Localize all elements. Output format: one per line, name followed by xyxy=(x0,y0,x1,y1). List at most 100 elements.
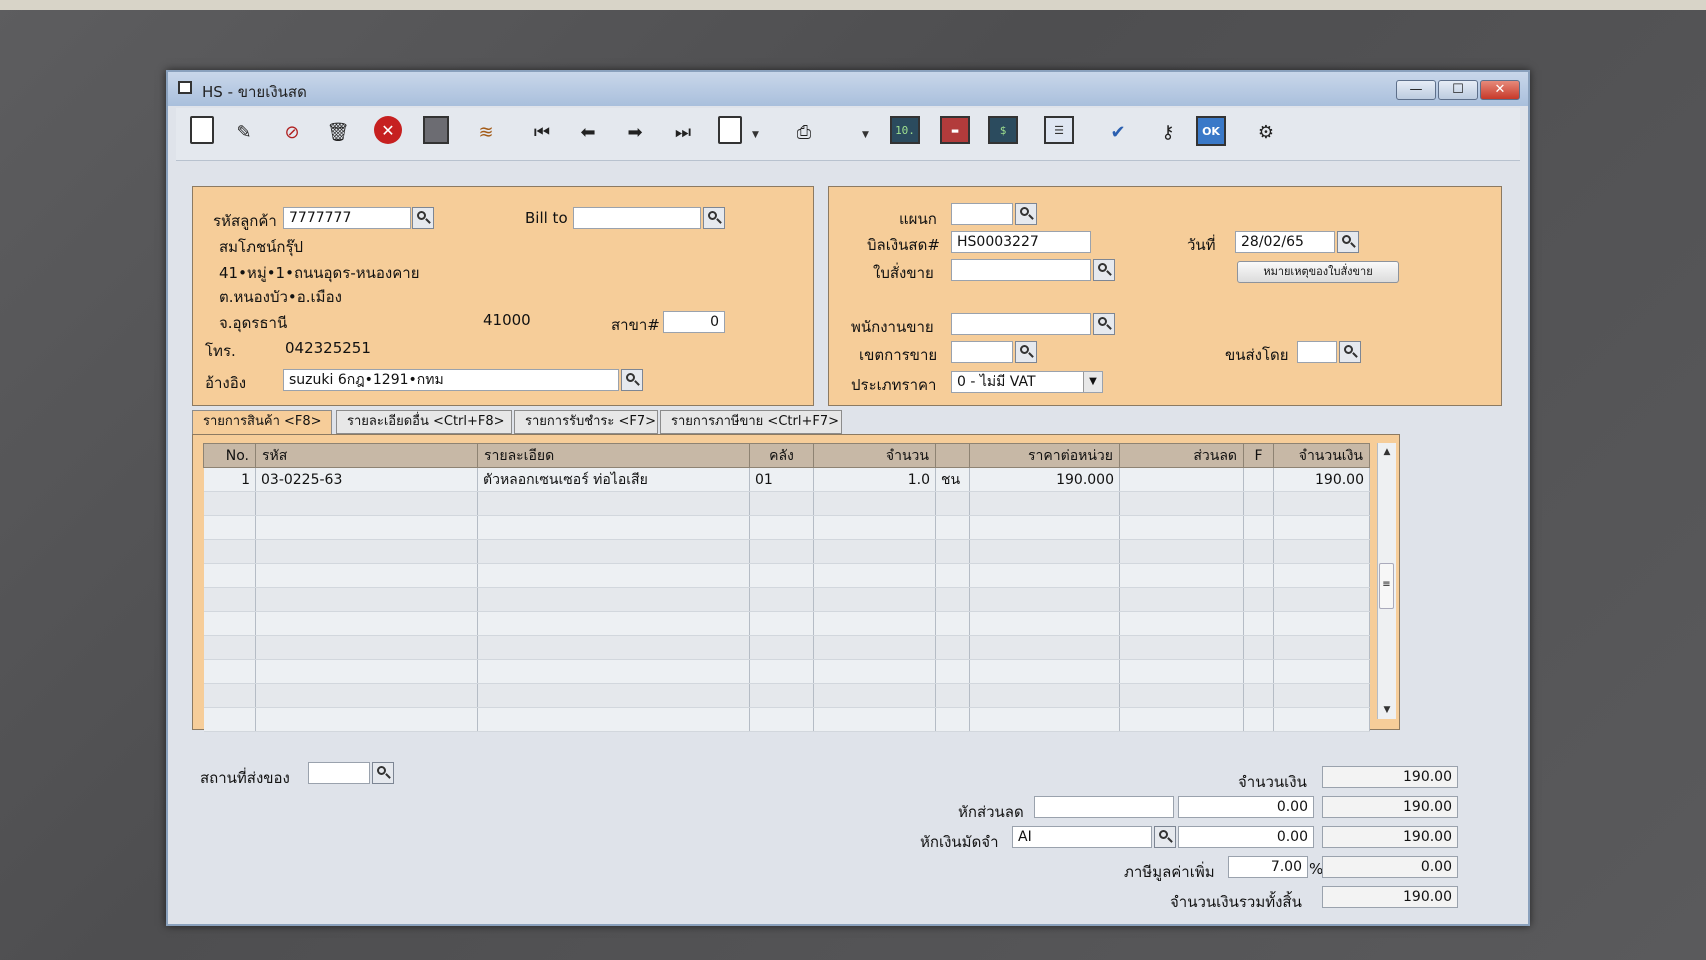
table-row[interactable] xyxy=(203,659,1370,684)
col-unit-price[interactable]: ราคาต่อหน่วย xyxy=(969,443,1120,468)
close-red-icon[interactable]: ✕ xyxy=(374,116,402,144)
table-row[interactable] xyxy=(203,611,1370,636)
branch-input[interactable]: 0 xyxy=(663,311,725,333)
first-icon[interactable]: ⏮ xyxy=(526,116,558,148)
discount-value-input[interactable]: 0.00 xyxy=(1178,796,1314,818)
approve-icon[interactable]: ✔ xyxy=(1102,116,1134,148)
col-quantity[interactable]: จำนวน xyxy=(813,443,936,468)
sales-area-search-icon[interactable] xyxy=(1015,341,1037,363)
cash-bill-input[interactable]: HS0003227 xyxy=(951,231,1091,253)
cancel-doc-icon[interactable]: ⊘ xyxy=(276,116,308,148)
sales-area-input[interactable] xyxy=(951,341,1013,363)
ship-place-input[interactable] xyxy=(308,762,370,784)
cell-amount[interactable]: 190.00 xyxy=(1273,467,1370,492)
ok-icon[interactable]: OK xyxy=(1196,116,1226,146)
table-row[interactable] xyxy=(203,707,1370,732)
calculator-icon[interactable]: 10. xyxy=(890,116,920,144)
maximize-button[interactable]: ☐ xyxy=(1438,80,1478,100)
cell-f[interactable] xyxy=(1243,467,1274,492)
key-icon[interactable]: ⚷ xyxy=(1152,116,1184,148)
print-dropdown-icon[interactable]: ▼ xyxy=(862,130,869,140)
col-unit[interactable] xyxy=(935,443,970,468)
cell-quantity[interactable]: 1.0 xyxy=(813,467,936,492)
dollar-icon[interactable]: $ xyxy=(988,116,1018,144)
table-row[interactable] xyxy=(203,563,1370,588)
ship-by-input[interactable] xyxy=(1297,341,1337,363)
ship-place-search-icon[interactable] xyxy=(372,762,394,784)
cell-description[interactable]: ตัวหลอกเซนเซอร์ ท่อไอเสีย xyxy=(477,467,750,492)
table-row[interactable] xyxy=(203,491,1370,516)
department-input[interactable] xyxy=(951,203,1013,225)
table-row[interactable]: 1 03-0225-63 ตัวหลอกเซนเซอร์ ท่อไอเสีย 0… xyxy=(203,467,1370,492)
sales-order-note-button[interactable]: หมายเหตุของใบสั่งขาย xyxy=(1237,261,1399,283)
items-table[interactable]: No. รหัส รายละเอียด คลัง จำนวน ราคาต่อหน… xyxy=(203,443,1370,732)
bill-to-search-icon[interactable] xyxy=(703,207,725,229)
report-icon[interactable]: ☰ xyxy=(1044,116,1074,144)
tab-sales-tax[interactable]: รายการภาษีขาย <Ctrl+F7> xyxy=(660,410,842,434)
salesman-input[interactable] xyxy=(951,313,1091,335)
col-code[interactable]: รหัส xyxy=(255,443,478,468)
cell-unit[interactable]: ชน xyxy=(935,467,970,492)
delete-icon[interactable]: 🗑 xyxy=(322,116,354,148)
col-description[interactable]: รายละเอียด xyxy=(477,443,750,468)
table-row[interactable] xyxy=(203,587,1370,612)
reference-search-icon[interactable] xyxy=(621,369,643,391)
preview-icon[interactable] xyxy=(718,116,742,144)
tools-icon[interactable]: ⚙ xyxy=(1250,116,1282,148)
col-f[interactable]: F xyxy=(1243,443,1274,468)
scroll-thumb[interactable]: ≡ xyxy=(1379,563,1394,609)
card-icon[interactable]: ▬ xyxy=(940,116,970,144)
prev-icon[interactable]: ⬅ xyxy=(572,116,604,148)
table-row[interactable] xyxy=(203,515,1370,540)
col-no[interactable]: No. xyxy=(203,443,256,468)
books-icon[interactable]: ≋ xyxy=(470,116,502,148)
salesman-search-icon[interactable] xyxy=(1093,313,1115,335)
chevron-down-icon[interactable]: ▼ xyxy=(1083,372,1102,392)
scroll-down-icon[interactable]: ▼ xyxy=(1378,701,1396,719)
cell-unit-price[interactable]: 190.000 xyxy=(969,467,1120,492)
new-icon[interactable] xyxy=(190,116,214,144)
cell-discount[interactable] xyxy=(1119,467,1244,492)
reference-input[interactable]: suzuki 6กฎ•1291•กทม xyxy=(283,369,619,391)
sales-order-search-icon[interactable] xyxy=(1093,259,1115,281)
table-row[interactable] xyxy=(203,635,1370,660)
scroll-up-icon[interactable]: ▲ xyxy=(1378,443,1396,461)
ship-by-search-icon[interactable] xyxy=(1339,341,1361,363)
table-row[interactable] xyxy=(203,683,1370,708)
grid-scrollbar[interactable]: ▲ ≡ ▼ xyxy=(1377,443,1396,719)
col-discount[interactable]: ส่วนลด xyxy=(1119,443,1244,468)
last-icon[interactable]: ⏭ xyxy=(667,116,699,148)
department-search-icon[interactable] xyxy=(1015,203,1037,225)
title-bar[interactable]: HS - ขายเงินสด — ☐ ✕ xyxy=(168,72,1528,106)
next-icon[interactable]: ➡ xyxy=(619,116,651,148)
preview-dropdown-icon[interactable]: ▼ xyxy=(752,130,759,140)
deposit-search-icon[interactable] xyxy=(1154,826,1176,848)
tab-details[interactable]: รายละเอียดอื่น <Ctrl+F8> xyxy=(336,410,512,434)
discount-text-input[interactable] xyxy=(1034,796,1174,818)
table-row[interactable] xyxy=(203,539,1370,564)
deposit-code-input[interactable]: AI xyxy=(1012,826,1152,848)
customer-search-icon[interactable] xyxy=(412,207,434,229)
minimize-button[interactable]: — xyxy=(1396,80,1436,100)
cell-code[interactable]: 03-0225-63 xyxy=(255,467,478,492)
save-icon[interactable] xyxy=(423,116,449,144)
vat-rate-input[interactable]: 7.00 xyxy=(1228,856,1308,878)
bill-to-input[interactable] xyxy=(573,207,701,229)
cell-warehouse[interactable]: 01 xyxy=(749,467,814,492)
price-type-select[interactable]: 0 - ไม่มี VAT ▼ xyxy=(951,371,1103,393)
date-input[interactable]: 28/02/65 xyxy=(1235,231,1335,253)
deposit-value-input[interactable]: 0.00 xyxy=(1178,826,1314,848)
col-amount[interactable]: จำนวนเงิน xyxy=(1273,443,1370,468)
date-search-icon[interactable] xyxy=(1337,231,1359,253)
cell-no[interactable]: 1 xyxy=(203,467,256,492)
print-icon[interactable]: ⎙ xyxy=(788,116,820,148)
col-warehouse[interactable]: คลัง xyxy=(749,443,814,468)
background-menu-strip xyxy=(0,0,1706,10)
customer-name: สมโภชน์กรุ๊ป xyxy=(219,238,304,256)
edit-icon[interactable]: ✎ xyxy=(228,116,260,148)
close-button[interactable]: ✕ xyxy=(1480,80,1520,100)
customer-code-input[interactable]: 7777777 xyxy=(283,207,411,229)
tab-payments[interactable]: รายการรับชำระ <F7> xyxy=(514,410,658,434)
sales-order-input[interactable] xyxy=(951,259,1091,281)
tab-items[interactable]: รายการสินค้า <F8> xyxy=(192,410,332,436)
